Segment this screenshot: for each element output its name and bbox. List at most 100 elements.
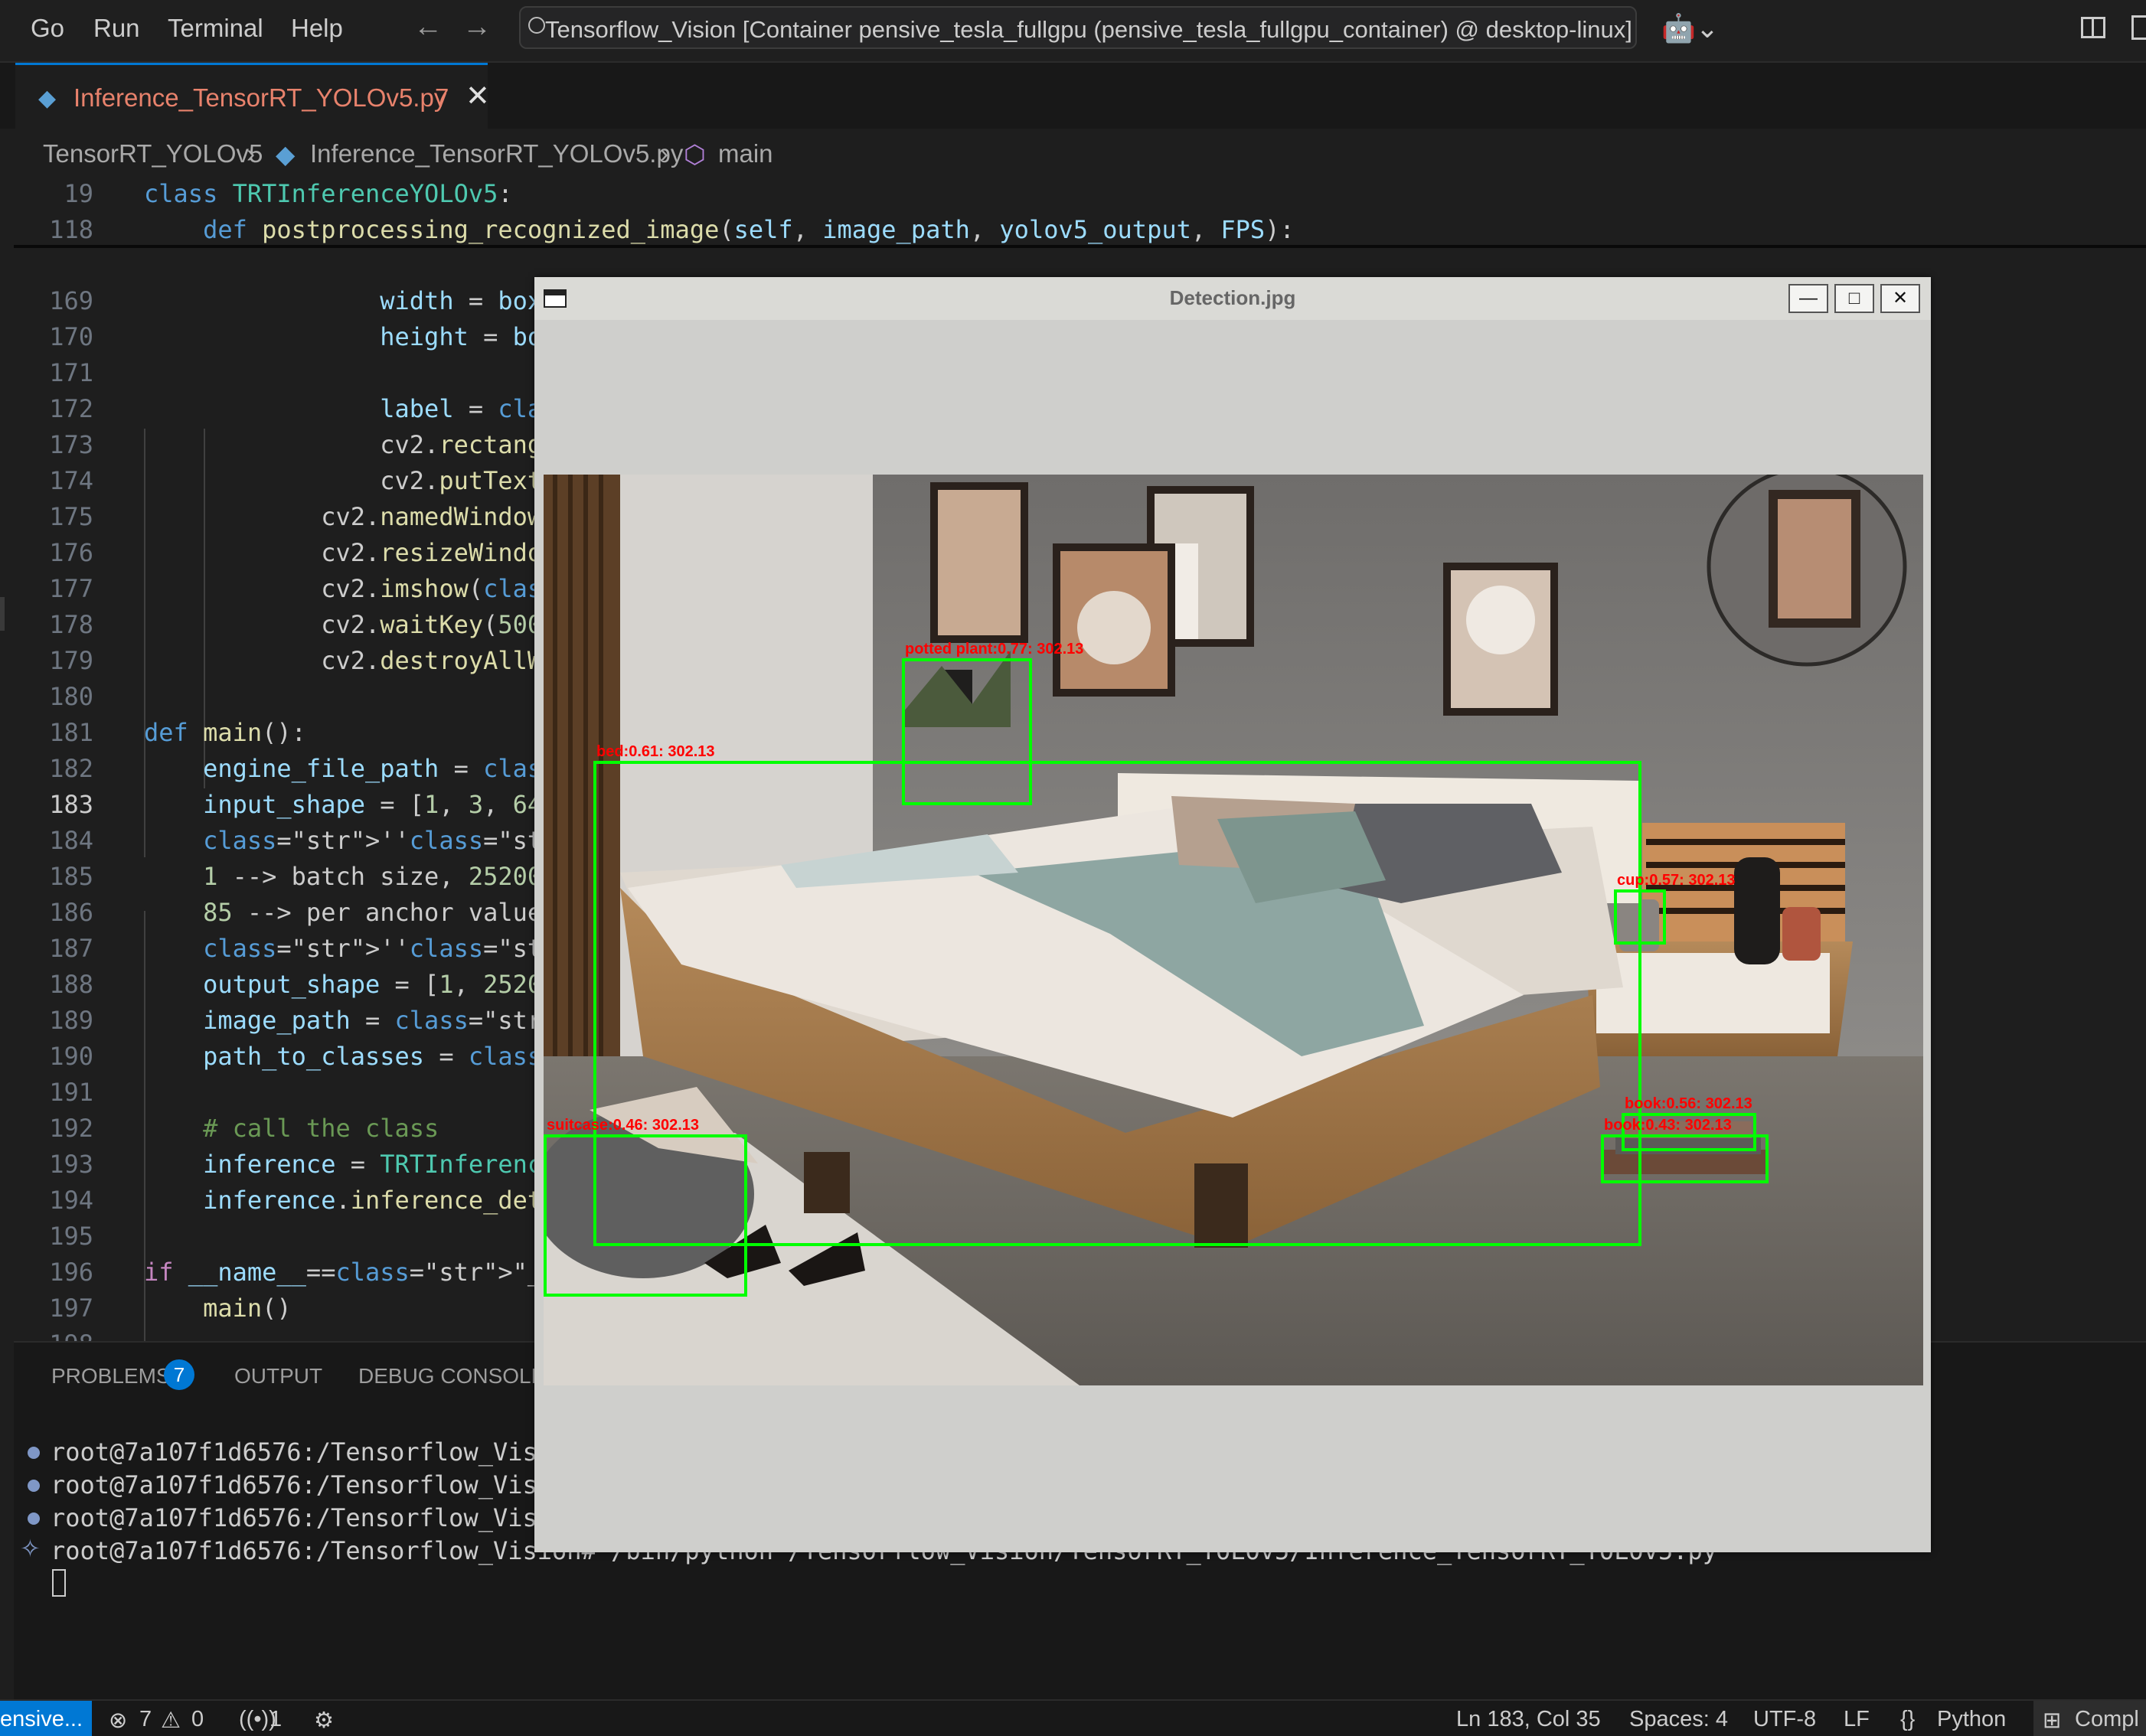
cursor-position[interactable]: Ln 183, Col 35: [1456, 1707, 1601, 1732]
line-number: 180: [49, 682, 93, 711]
warning-count[interactable]: 0: [191, 1707, 204, 1732]
code-text: # call the class: [144, 1114, 439, 1143]
terminal-command-decoration[interactable]: [28, 1512, 40, 1525]
cube-icon: ⬡: [684, 140, 706, 168]
chevron-right-icon: ›: [660, 139, 668, 168]
python-file-icon: ◆: [38, 86, 57, 111]
terminal-command-decoration[interactable]: [28, 1480, 40, 1492]
back-arrow-icon[interactable]: ←: [413, 11, 443, 44]
code-text: cv2.putText(ima: [144, 466, 601, 495]
debug-icon[interactable]: ⚙: [314, 1707, 334, 1734]
line-number: 191: [49, 1078, 93, 1107]
tab-output[interactable]: OUTPUT: [234, 1364, 322, 1388]
mirror-canvas: [1778, 499, 1851, 618]
remote-indicator[interactable]: ensive...: [0, 1701, 92, 1736]
maximize-button[interactable]: □: [1834, 284, 1874, 313]
breadcrumb: TensorRT_YOLOv5 › ◆ Inference_TensorRT_Y…: [0, 130, 2146, 176]
indentation[interactable]: Spaces: 4: [1629, 1707, 1728, 1732]
detection-window[interactable]: Detection.jpg — □ ✕ potted plant:0.77: 3…: [534, 277, 1931, 1552]
title-bar: Go Run Terminal Help ← → Tensorflow_Visi…: [0, 0, 2146, 63]
detection-image: potted plant:0.77: 302.13 bed:0.61: 302.1…: [544, 475, 1923, 1385]
code-text: class="str">''class="str">': [203, 934, 601, 963]
candle: [1782, 907, 1821, 961]
line-number: 189: [49, 1006, 93, 1035]
line-number: 186: [49, 898, 93, 927]
painting-canvas: [938, 490, 1021, 635]
menu-run[interactable]: Run: [93, 14, 140, 43]
code-line[interactable]: 19 class TRTInferenceYOLOv5:: [0, 176, 2146, 212]
code-text: class="str">''class="str">': [203, 826, 601, 855]
close-icon[interactable]: ✕: [465, 79, 490, 113]
line-number: 194: [49, 1186, 93, 1215]
menu-help[interactable]: Help: [291, 14, 343, 43]
line-number: 175: [49, 502, 93, 531]
copilot-icon[interactable]: 🤖⌄: [1661, 12, 1719, 44]
breadcrumb-file[interactable]: Inference_TensorRT_YOLOv5.py: [310, 139, 683, 168]
sparkle-icon[interactable]: ✧: [20, 1534, 41, 1563]
line-number: 187: [49, 934, 93, 963]
line-number: 178: [49, 610, 93, 639]
tab-inference-file[interactable]: ◆ Inference_TensorRT_YOLOv5.py 7 ✕: [15, 63, 490, 129]
line-number: 177: [49, 574, 93, 603]
line-number: 181: [49, 718, 93, 747]
nightstand-drawer: [1596, 953, 1830, 1033]
code-text: class TRTInferenceYOLOv5:: [144, 179, 513, 208]
code-text: cv2.destroyAllWindo: [144, 646, 602, 675]
code-text: inference = TRTInferenc: [203, 1150, 543, 1179]
line-number: 118: [49, 215, 93, 244]
close-button[interactable]: ✕: [1880, 284, 1920, 313]
command-center[interactable]: Tensorflow_Vision [Container pensive_tes…: [519, 6, 1637, 49]
warning-icon: ⚠: [161, 1708, 181, 1733]
end-of-line[interactable]: LF: [1844, 1707, 1870, 1732]
breadcrumb-symbol[interactable]: main: [718, 139, 773, 168]
copilot-icon: ⊞: [2043, 1708, 2062, 1733]
detection-window-titlebar[interactable]: Detection.jpg — □ ✕: [534, 277, 1931, 320]
line-number: 195: [49, 1222, 93, 1251]
code-text: width = box[2]: [380, 286, 586, 315]
status-bar: ensive... ⊗ 7 ⚠ 0 ((•)) 1 ⚙ Ln 183, Col …: [0, 1699, 2146, 1736]
minimize-button[interactable]: —: [1788, 284, 1828, 313]
line-number: 176: [49, 538, 93, 567]
copilot-status-label: Compl: [2075, 1707, 2139, 1731]
code-text: def postprocessing_recognized_image(self…: [203, 215, 1295, 244]
line-number: 196: [49, 1258, 93, 1287]
error-count[interactable]: 7: [139, 1707, 152, 1732]
terminal-line: root@7a107f1d6576:/Tensorflow_Vis: [51, 1470, 537, 1499]
terminal-line: root@7a107f1d6576:/Tensorflow_Vis: [51, 1437, 537, 1467]
forward-arrow-icon[interactable]: →: [462, 11, 492, 44]
code-text: cv2.waitKey(5000): [144, 610, 572, 639]
tab-problem-count: 7: [435, 83, 449, 112]
menu-terminal[interactable]: Terminal: [168, 14, 263, 43]
line-number: 188: [49, 970, 93, 999]
remote-label: ensive...: [0, 1707, 83, 1731]
tab-filename: Inference_TensorRT_YOLOv5.py: [73, 83, 447, 112]
bed-leg: [804, 1152, 850, 1213]
breadcrumb-folder[interactable]: TensorRT_YOLOv5: [43, 139, 263, 168]
encoding[interactable]: UTF-8: [1753, 1707, 1816, 1732]
tab-debug-console[interactable]: DEBUG CONSOLE: [358, 1364, 545, 1388]
painting-shape: [1077, 591, 1151, 664]
line-number: 190: [49, 1042, 93, 1071]
copilot-status[interactable]: ⊞ Compl: [2033, 1701, 2146, 1736]
command-center-label: Tensorflow_Vision [Container pensive_tes…: [545, 16, 1637, 43]
code-text: 85 --> per anchor value: [203, 898, 543, 927]
line-number: 172: [49, 394, 93, 423]
line-number: 169: [49, 286, 93, 315]
code-text: height = box[3]: [380, 322, 601, 351]
detection-label: cup:0.57: 302.13: [1617, 872, 1736, 889]
tab-problems[interactable]: PROBLEMS: [51, 1364, 171, 1388]
code-text: main(): [203, 1294, 292, 1323]
menu-go[interactable]: Go: [31, 14, 64, 43]
ports-count[interactable]: 1: [269, 1707, 282, 1732]
code-line[interactable]: 118 def postprocessing_recognized_image(…: [0, 212, 2146, 248]
language-mode[interactable]: Python: [1937, 1707, 2006, 1732]
chevron-right-icon: ›: [247, 139, 255, 168]
terminal-command-decoration[interactable]: [28, 1447, 40, 1459]
toggle-panel-icon[interactable]: [2131, 15, 2146, 40]
detection-label: suitcase:0.46: 302.13: [547, 1117, 699, 1134]
terminal-cursor: [52, 1569, 66, 1597]
layout-icon[interactable]: [2081, 17, 2105, 38]
terminal-line: root@7a107f1d6576:/Tensorflow_Vis: [51, 1503, 537, 1532]
code-text: input_shape = [1, 3, 64: [203, 790, 543, 819]
braces-icon: {}: [1900, 1707, 1916, 1731]
